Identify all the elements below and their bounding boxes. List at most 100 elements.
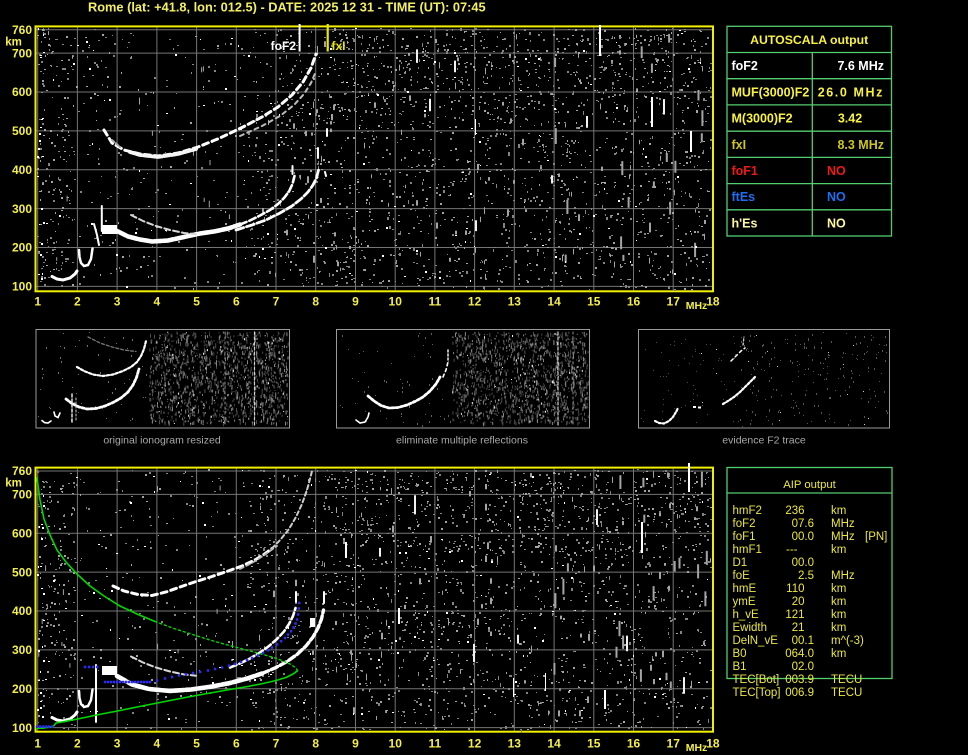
svg-text:eliminate multiple reflections: eliminate multiple reflections — [396, 435, 528, 447]
svg-text:km: km — [831, 544, 846, 556]
svg-text:km: km — [831, 622, 846, 634]
svg-text:003.9: 003.9 — [785, 674, 814, 686]
svg-text:TEC[Bot]: TEC[Bot] — [733, 674, 780, 686]
svg-text:foE: foE — [733, 570, 751, 582]
svg-text:km: km — [831, 648, 846, 660]
svg-text:9: 9 — [352, 295, 359, 309]
svg-text:M(3000)F2: M(3000)F2 — [732, 112, 793, 126]
svg-text:14: 14 — [547, 737, 561, 751]
svg-text:13: 13 — [508, 295, 522, 309]
svg-text:TEC[Top]: TEC[Top] — [733, 687, 781, 699]
svg-text:B0: B0 — [733, 648, 747, 660]
svg-text:15: 15 — [587, 737, 601, 751]
svg-text:5: 5 — [193, 295, 200, 309]
svg-text:2: 2 — [74, 295, 81, 309]
svg-text:200: 200 — [12, 682, 32, 696]
svg-text:7: 7 — [273, 737, 280, 751]
svg-text:3: 3 — [114, 295, 121, 309]
svg-text:3.42: 3.42 — [838, 112, 862, 126]
svg-text:600: 600 — [12, 526, 32, 540]
svg-text:fxI: fxI — [732, 138, 747, 152]
svg-text:---: --- — [786, 544, 798, 556]
svg-text:foF2: foF2 — [271, 39, 297, 53]
svg-text:6: 6 — [233, 737, 240, 751]
svg-text:DelN_vE: DelN_vE — [733, 635, 779, 647]
svg-text:[PN]: [PN] — [865, 531, 887, 543]
svg-text:foF1: foF1 — [732, 164, 758, 178]
svg-text:8: 8 — [312, 295, 319, 309]
svg-text:15: 15 — [587, 295, 601, 309]
svg-text:h'Es: h'Es — [732, 216, 758, 230]
svg-text:121: 121 — [785, 609, 804, 621]
svg-text:MHz: MHz — [831, 570, 855, 582]
svg-text:064.0: 064.0 — [785, 648, 814, 660]
svg-text:ftEs: ftEs — [732, 190, 756, 204]
svg-text:12: 12 — [468, 737, 482, 751]
svg-text:2: 2 — [74, 737, 81, 751]
svg-text:16: 16 — [627, 295, 641, 309]
svg-text:18: 18 — [706, 295, 720, 309]
svg-text:Rome (lat: +41.8, lon: 012.5): Rome (lat: +41.8, lon: 012.5) - DATE: 20… — [88, 0, 486, 15]
svg-text:ymE: ymE — [733, 596, 756, 608]
svg-text:14: 14 — [547, 295, 561, 309]
svg-text:236: 236 — [785, 505, 804, 517]
svg-text:MUF(3000)F2: MUF(3000)F2 — [732, 85, 810, 99]
svg-text:300: 300 — [12, 202, 32, 216]
svg-text:5: 5 — [193, 737, 200, 751]
svg-text:1: 1 — [34, 295, 41, 309]
svg-text:006.9: 006.9 — [785, 687, 814, 699]
svg-text:2.5: 2.5 — [798, 570, 814, 582]
svg-text:12: 12 — [468, 295, 482, 309]
svg-text:16: 16 — [627, 737, 641, 751]
svg-text:100: 100 — [12, 280, 32, 294]
svg-text:km: km — [831, 505, 846, 517]
svg-text:4: 4 — [154, 295, 161, 309]
svg-text:3: 3 — [114, 737, 121, 751]
svg-text:km: km — [831, 596, 846, 608]
svg-text:07.6: 07.6 — [792, 518, 814, 530]
svg-text:AUTOSCALA output: AUTOSCALA output — [750, 33, 868, 47]
svg-text:7: 7 — [273, 295, 280, 309]
svg-text:4: 4 — [154, 737, 161, 751]
svg-text:hmE: hmE — [733, 583, 757, 595]
svg-text:km: km — [831, 583, 846, 595]
svg-text:Ewidth: Ewidth — [733, 622, 768, 634]
svg-text:MHz: MHz — [686, 300, 708, 312]
svg-text:11: 11 — [429, 737, 442, 751]
svg-text:TECU: TECU — [831, 687, 862, 699]
svg-text:m^(-3): m^(-3) — [831, 635, 864, 647]
svg-text:1: 1 — [34, 737, 41, 751]
svg-text:B1: B1 — [733, 661, 747, 673]
svg-text:700: 700 — [12, 46, 32, 60]
svg-text:TECU: TECU — [831, 674, 862, 686]
svg-text:600: 600 — [12, 85, 32, 99]
svg-text:evidence F2 trace: evidence F2 trace — [722, 435, 806, 447]
svg-text:700: 700 — [12, 488, 32, 502]
svg-text:8: 8 — [312, 737, 319, 751]
svg-text:26.0 MHz: 26.0 MHz — [818, 85, 884, 99]
svg-text:00.0: 00.0 — [792, 531, 814, 543]
svg-text:7.6 MHz: 7.6 MHz — [837, 59, 884, 73]
svg-text:6: 6 — [233, 295, 240, 309]
svg-text:21: 21 — [792, 622, 805, 634]
svg-text:00.1: 00.1 — [792, 635, 814, 647]
svg-text:8.3 MHz: 8.3 MHz — [837, 138, 884, 152]
svg-text:original ionogram resized: original ionogram resized — [103, 435, 220, 447]
svg-text:18: 18 — [706, 737, 720, 751]
svg-text:hmF1: hmF1 — [733, 544, 762, 556]
svg-text:17: 17 — [667, 737, 681, 751]
svg-text:17: 17 — [667, 295, 681, 309]
svg-text:foF1: foF1 — [733, 531, 756, 543]
svg-text:MHz: MHz — [686, 742, 708, 754]
svg-text:foF2: foF2 — [732, 59, 758, 73]
svg-text:100: 100 — [12, 721, 32, 735]
svg-text:h_vE: h_vE — [733, 609, 760, 621]
svg-text:foF2: foF2 — [733, 518, 756, 530]
svg-text:fxI: fxI — [332, 39, 346, 53]
svg-text:300: 300 — [12, 643, 32, 657]
svg-text:500: 500 — [12, 124, 32, 138]
svg-text:MHz: MHz — [831, 531, 855, 543]
svg-text:11: 11 — [429, 295, 442, 309]
svg-text:13: 13 — [508, 737, 522, 751]
svg-text:02.0: 02.0 — [792, 661, 814, 673]
